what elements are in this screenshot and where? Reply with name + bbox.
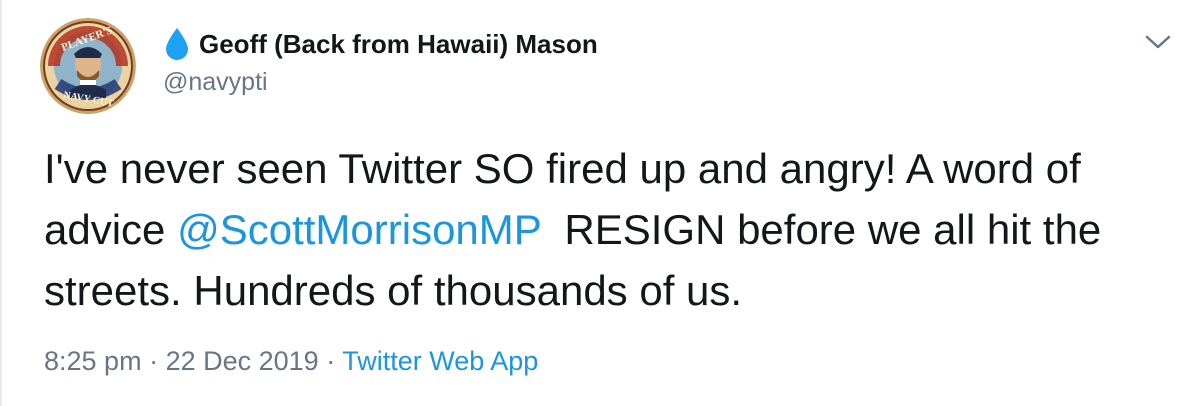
avatar[interactable]: PLAYER'S NAVY CUT: [40, 18, 136, 114]
tweet-text-line2-before: advice: [44, 206, 178, 253]
author-block: Geoff (Back from Hawaii) Mason @navypti: [163, 24, 598, 97]
tweet-text: I've never seen Twitter SO fired up and …: [44, 138, 1184, 321]
tweet-metadata: 8:25 pm · 22 Dec 2019 · Twitter Web App: [44, 346, 538, 377]
meta-separator-2: ·: [318, 346, 343, 376]
chevron-down-icon[interactable]: [1143, 32, 1173, 52]
author-display-name[interactable]: Geoff (Back from Hawaii) Mason: [199, 29, 598, 60]
timeline-border: [0, 0, 2, 406]
tweet-time[interactable]: 8:25 pm: [44, 346, 142, 376]
tweet-source-link[interactable]: Twitter Web App: [342, 346, 538, 376]
tweet-date[interactable]: 22 Dec 2019: [166, 346, 319, 376]
tweet-text-line2-after: RESIGN before we all hit the: [541, 206, 1102, 253]
water-drop-icon: [163, 27, 191, 61]
meta-separator: ·: [141, 346, 166, 376]
author-handle[interactable]: @navypti: [163, 68, 598, 97]
players-navy-cut-logo: PLAYER'S NAVY CUT: [40, 18, 136, 114]
tweet-text-line3: streets. Hundreds of thousands of us.: [44, 267, 743, 314]
mention-link[interactable]: @ScottMorrisonMP: [177, 206, 541, 253]
name-row: Geoff (Back from Hawaii) Mason: [163, 24, 598, 64]
tweet-text-line1: I've never seen Twitter SO fired up and …: [44, 145, 1081, 192]
